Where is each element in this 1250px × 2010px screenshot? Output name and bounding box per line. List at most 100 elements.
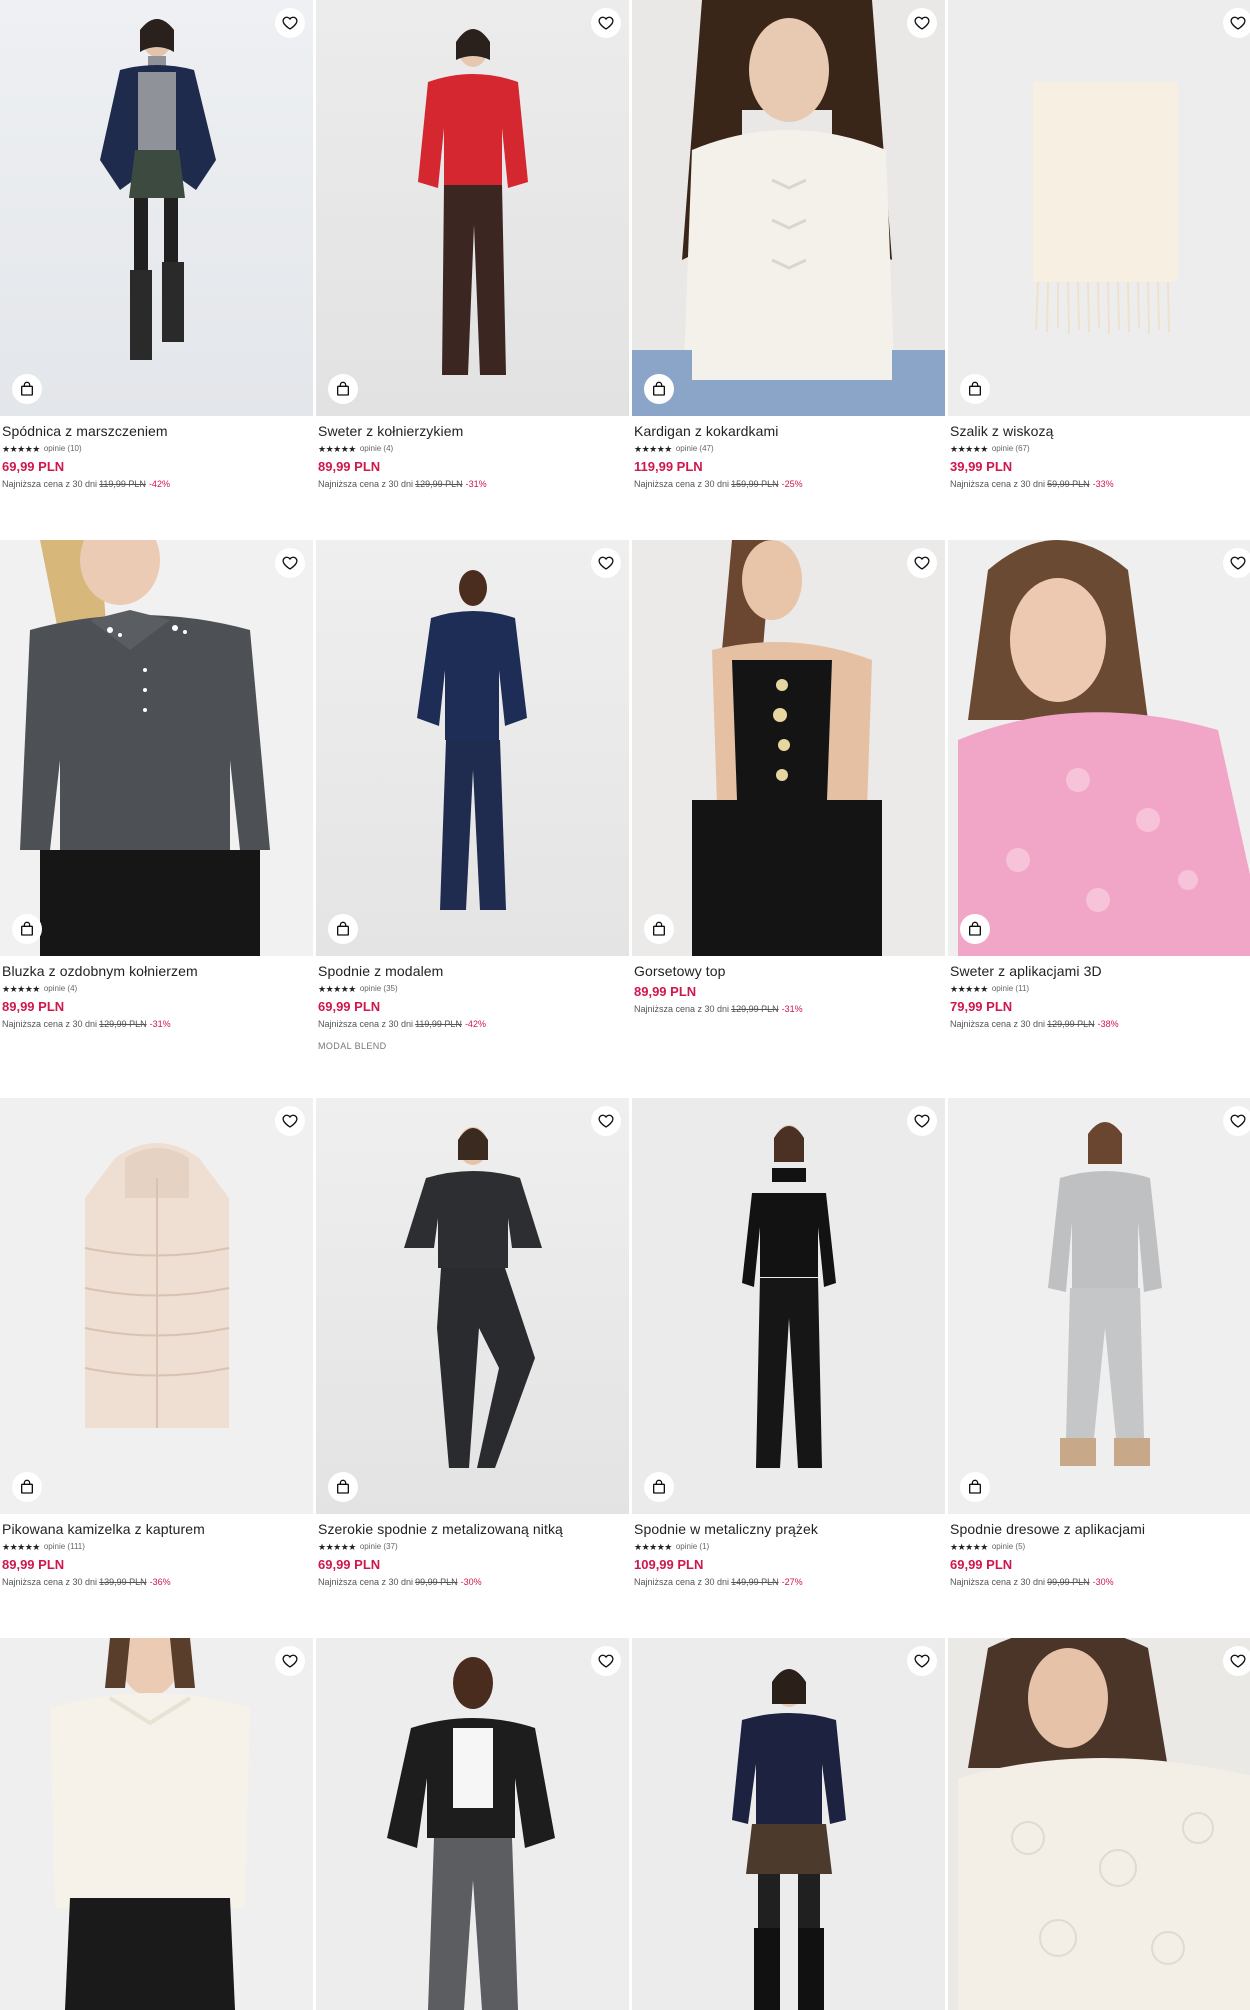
- product-image[interactable]: [948, 540, 1250, 956]
- wishlist-heart-icon[interactable]: [591, 1106, 621, 1136]
- review-count[interactable]: opinie (4): [360, 444, 393, 454]
- product-card[interactable]: [0, 1638, 313, 2010]
- product-image[interactable]: [632, 1638, 945, 2010]
- old-price: 99,99 PLN: [415, 1577, 458, 1587]
- review-count[interactable]: opinie (47): [676, 444, 714, 454]
- review-count[interactable]: opinie (111): [44, 1542, 85, 1552]
- wishlist-heart-icon[interactable]: [275, 548, 305, 578]
- product-name[interactable]: Spodnie w metaliczny prążek: [634, 1521, 943, 1538]
- lowest-price-label: Najniższa cena z 30 dni: [634, 479, 730, 489]
- wishlist-heart-icon[interactable]: [907, 548, 937, 578]
- wishlist-heart-icon[interactable]: [591, 1646, 621, 1676]
- wishlist-heart-icon[interactable]: [275, 1106, 305, 1136]
- product-card[interactable]: Szerokie spodnie z metalizowaną nitką ★★…: [316, 1098, 629, 1588]
- product-image[interactable]: [0, 540, 313, 956]
- product-image[interactable]: [0, 1098, 313, 1514]
- wishlist-heart-icon[interactable]: [1223, 548, 1250, 578]
- add-to-cart-bag-icon[interactable]: [644, 1472, 674, 1502]
- add-to-cart-bag-icon[interactable]: [12, 1472, 42, 1502]
- old-price: 119,99 PLN: [99, 479, 146, 489]
- product-name[interactable]: Bluzka z ozdobnym kołnierzem: [2, 963, 311, 980]
- product-card[interactable]: [316, 1638, 629, 2010]
- rating-stars-icon: ★★★★★: [2, 444, 40, 454]
- product-card[interactable]: Pikowana kamizelka z kapturem ★★★★★ opin…: [0, 1098, 313, 1588]
- product-price: 89,99 PLN: [634, 984, 697, 999]
- product-card[interactable]: Spodnie z modalem ★★★★★ opinie (35) 69,9…: [316, 540, 629, 1051]
- product-name[interactable]: Spódnica z marszczeniem: [2, 423, 311, 440]
- product-card[interactable]: Szalik z wiskozą ★★★★★ opinie (67) 39,99…: [948, 0, 1250, 490]
- review-count[interactable]: opinie (5): [992, 1542, 1025, 1552]
- add-to-cart-bag-icon[interactable]: [960, 374, 990, 404]
- old-price: 129,99 PLN: [99, 1019, 147, 1029]
- product-image[interactable]: [632, 0, 945, 416]
- product-name[interactable]: Szalik z wiskozą: [950, 423, 1250, 440]
- product-name[interactable]: Szerokie spodnie z metalizowaną nitką: [318, 1521, 627, 1538]
- product-image[interactable]: [316, 1098, 629, 1514]
- product-name[interactable]: Sweter z aplikacjami 3D: [950, 963, 1250, 980]
- add-to-cart-bag-icon[interactable]: [644, 914, 674, 944]
- add-to-cart-bag-icon[interactable]: [644, 374, 674, 404]
- wishlist-heart-icon[interactable]: [907, 8, 937, 38]
- product-name[interactable]: Spodnie z modalem: [318, 963, 627, 980]
- wishlist-heart-icon[interactable]: [1223, 1106, 1250, 1136]
- wishlist-heart-icon[interactable]: [1223, 8, 1250, 38]
- product-card[interactable]: Sweter z aplikacjami 3D ★★★★★ opinie (11…: [948, 540, 1250, 1030]
- lowest-price-info: Najniższa cena z 30 dni 129,99 PLN -31%: [2, 1019, 311, 1030]
- review-count[interactable]: opinie (11): [992, 984, 1029, 994]
- review-count[interactable]: opinie (4): [44, 984, 77, 994]
- rating-stars-icon: ★★★★★: [634, 1542, 672, 1552]
- lowest-price-info: Najniższa cena z 30 dni 99,99 PLN -30%: [950, 1577, 1250, 1588]
- add-to-cart-bag-icon[interactable]: [328, 374, 358, 404]
- product-image[interactable]: [632, 540, 945, 956]
- review-count[interactable]: opinie (10): [44, 444, 82, 454]
- product-image[interactable]: [0, 1638, 313, 2010]
- product-card[interactable]: Gorsetowy top 89,99 PLN Najniższa cena z…: [632, 540, 945, 1015]
- wishlist-heart-icon[interactable]: [275, 1646, 305, 1676]
- product-card[interactable]: [948, 1638, 1250, 2010]
- discount-badge: -38%: [1097, 1019, 1119, 1029]
- wishlist-heart-icon[interactable]: [275, 8, 305, 38]
- product-rating: ★★★★★ opinie (37): [318, 1541, 627, 1553]
- product-image[interactable]: [316, 540, 629, 956]
- add-to-cart-bag-icon[interactable]: [328, 1472, 358, 1502]
- wishlist-heart-icon[interactable]: [907, 1106, 937, 1136]
- wishlist-heart-icon[interactable]: [591, 8, 621, 38]
- product-card[interactable]: [632, 1638, 945, 2010]
- product-card[interactable]: Bluzka z ozdobnym kołnierzem ★★★★★ opini…: [0, 540, 313, 1030]
- product-image[interactable]: [948, 1638, 1250, 2010]
- product-name[interactable]: Spodnie dresowe z aplikacjami: [950, 1521, 1250, 1538]
- product-card[interactable]: Sweter z kołnierzykiem ★★★★★ opinie (4) …: [316, 0, 629, 490]
- review-count[interactable]: opinie (35): [360, 984, 398, 994]
- add-to-cart-bag-icon[interactable]: [328, 914, 358, 944]
- add-to-cart-bag-icon[interactable]: [12, 914, 42, 944]
- product-image[interactable]: [632, 1098, 945, 1514]
- product-card[interactable]: Spodnie w metaliczny prążek ★★★★★ opinie…: [632, 1098, 945, 1588]
- lowest-price-label: Najniższa cena z 30 dni: [950, 1019, 1046, 1029]
- product-name[interactable]: Gorsetowy top: [634, 963, 943, 980]
- add-to-cart-bag-icon[interactable]: [960, 914, 990, 944]
- product-image[interactable]: [948, 1098, 1250, 1514]
- lowest-price-info: Najniższa cena z 30 dni 119,99 PLN -42%: [318, 1019, 627, 1030]
- add-to-cart-bag-icon[interactable]: [960, 1472, 990, 1502]
- review-count[interactable]: opinie (37): [360, 1542, 398, 1552]
- product-image[interactable]: [948, 0, 1250, 416]
- add-to-cart-bag-icon[interactable]: [12, 374, 42, 404]
- wishlist-heart-icon[interactable]: [907, 1646, 937, 1676]
- product-name[interactable]: Sweter z kołnierzykiem: [318, 423, 627, 440]
- discount-badge: -36%: [149, 1577, 171, 1587]
- product-name[interactable]: Kardigan z kokardkami: [634, 423, 943, 440]
- wishlist-heart-icon[interactable]: [1223, 1646, 1250, 1676]
- review-count[interactable]: opinie (67): [992, 444, 1030, 454]
- old-price: 129,99 PLN: [415, 479, 463, 489]
- wishlist-heart-icon[interactable]: [591, 548, 621, 578]
- product-card[interactable]: Spódnica z marszczeniem ★★★★★ opinie (10…: [0, 0, 313, 490]
- product-name[interactable]: Pikowana kamizelka z kapturem: [2, 1521, 311, 1538]
- product-image[interactable]: [316, 0, 629, 416]
- product-image[interactable]: [0, 0, 313, 416]
- product-price: 89,99 PLN: [2, 1557, 65, 1572]
- review-count[interactable]: opinie (1): [676, 1542, 709, 1552]
- rating-stars-icon: ★★★★★: [950, 984, 988, 994]
- product-card[interactable]: Spodnie dresowe z aplikacjami ★★★★★ opin…: [948, 1098, 1250, 1588]
- product-image[interactable]: [316, 1638, 629, 2010]
- product-card[interactable]: Kardigan z kokardkami ★★★★★ opinie (47) …: [632, 0, 945, 490]
